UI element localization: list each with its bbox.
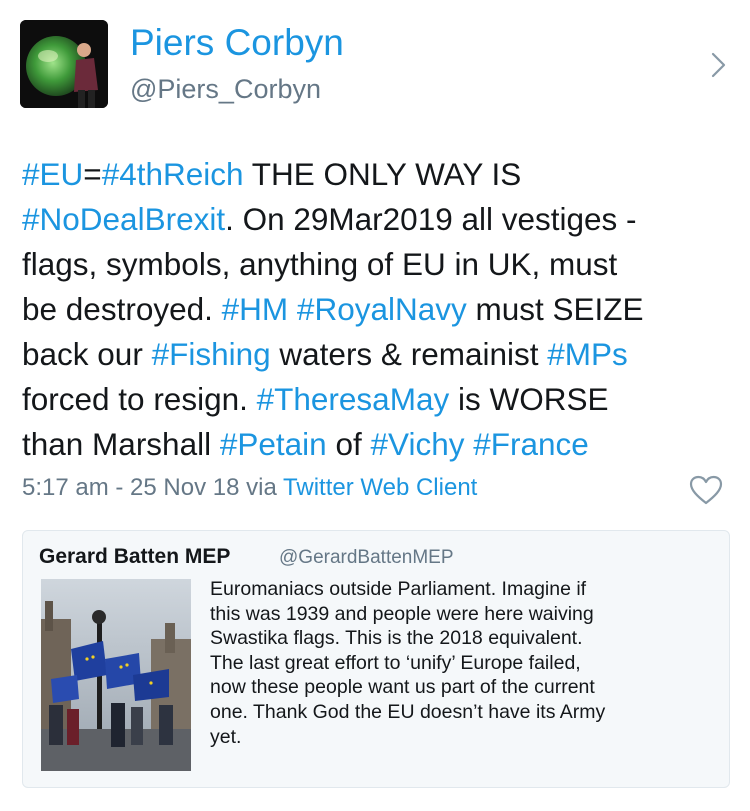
quoted-text-line: one. Thank God the EU doesn’t have its A… [210,700,606,723]
quoted-tweet-image[interactable] [41,579,191,771]
quoted-text-line: yet. [210,725,242,748]
tweet-text-line: forced to resign. #TheresaMay is WORSE [22,377,742,422]
hashtag-link[interactable]: #Petain [220,426,327,462]
hashtag-link[interactable]: #NoDealBrexit [22,201,225,237]
client-link[interactable]: Twitter Web Client [283,474,477,501]
hashtag-link[interactable]: #France [473,426,589,462]
tweet-text-segment: = [83,156,102,192]
tweet-text-segment [288,291,297,327]
display-name[interactable]: Piers Corbyn [130,22,344,64]
timestamp: 5:17 am - 25 Nov 18 via [22,474,284,501]
tweet-text-line: back our #Fishing waters & remainist #MP… [22,332,742,377]
avatar-image [20,20,108,108]
hashtag-link[interactable]: #RoyalNavy [297,291,467,327]
heart-icon[interactable] [688,474,724,506]
tweet-text-line: than Marshall #Petain of #Vichy #France [22,422,742,467]
tweet-text-segment: THE ONLY WAY IS [243,156,522,192]
tweet-text-segment: . On 29Mar2019 all vestiges - [225,201,637,237]
quoted-author-name: Gerard Batten MEP [39,545,231,568]
tweet-text-segment: than Marshall [22,426,220,462]
tweet-text-segment: back our [22,336,152,372]
quoted-tweet-card[interactable]: Gerard Batten MEP @GerardBattenMEP Eurom… [22,530,730,788]
quoted-author-handle: @GerardBattenMEP [279,547,454,568]
tweet-meta: 5:17 am - 25 Nov 18 via Twitter Web Clie… [22,474,477,502]
hashtag-link[interactable]: #Vichy [370,426,464,462]
quoted-text-line: Euromaniacs outside Parliament. Imagine … [210,578,587,600]
tweet-text-line: #NoDealBrexit. On 29Mar2019 all vestiges… [22,197,742,242]
quoted-text-line: now these people want us part of the cur… [210,676,595,699]
tweet-text-line: #EU=#4thReich THE ONLY WAY IS [22,152,742,197]
tweet-text-segment: is WORSE [449,381,609,417]
hashtag-link[interactable]: #EU [22,156,83,192]
hashtag-link[interactable]: #Fishing [152,336,271,372]
user-handle[interactable]: @Piers_Corbyn [130,74,321,105]
tweet-text-segment: of [326,426,371,462]
tweet-text-line: flags, symbols, anything of EU in UK, mu… [22,242,742,287]
quoted-text-line: Swastika flags. This is the 2018 equival… [210,627,583,650]
tweet-text-segment: be destroyed. [22,291,222,327]
hashtag-link[interactable]: #TheresaMay [257,381,450,417]
quoted-tweet-text: Euromaniacs outside Parliament. Imagine … [210,577,722,749]
chevron-right-icon[interactable] [705,50,731,80]
author-avatar[interactable] [20,20,108,108]
tweet-text-segment: forced to resign. [22,381,257,417]
tweet-text-segment: flags, symbols, anything of EU in UK, mu… [22,246,618,282]
hashtag-link[interactable]: #MPs [547,336,628,372]
hashtag-link[interactable]: #4thReich [102,156,244,192]
tweet-text-line: be destroyed. #HM #RoyalNavy must SEIZE [22,287,742,332]
tweet-text-segment: must SEIZE [466,291,644,327]
hashtag-link[interactable]: #HM [222,291,289,327]
tweet-text-segment [464,426,473,462]
tweet-text-segment: waters & remainist [270,336,548,372]
quoted-text-line: this was 1939 and people were here waivi… [210,602,594,625]
tweet-text: #EU=#4thReich THE ONLY WAY IS #NoDealBrex… [22,152,742,467]
quoted-text-line: The last great effort to ‘unify’ Europe … [210,651,581,674]
